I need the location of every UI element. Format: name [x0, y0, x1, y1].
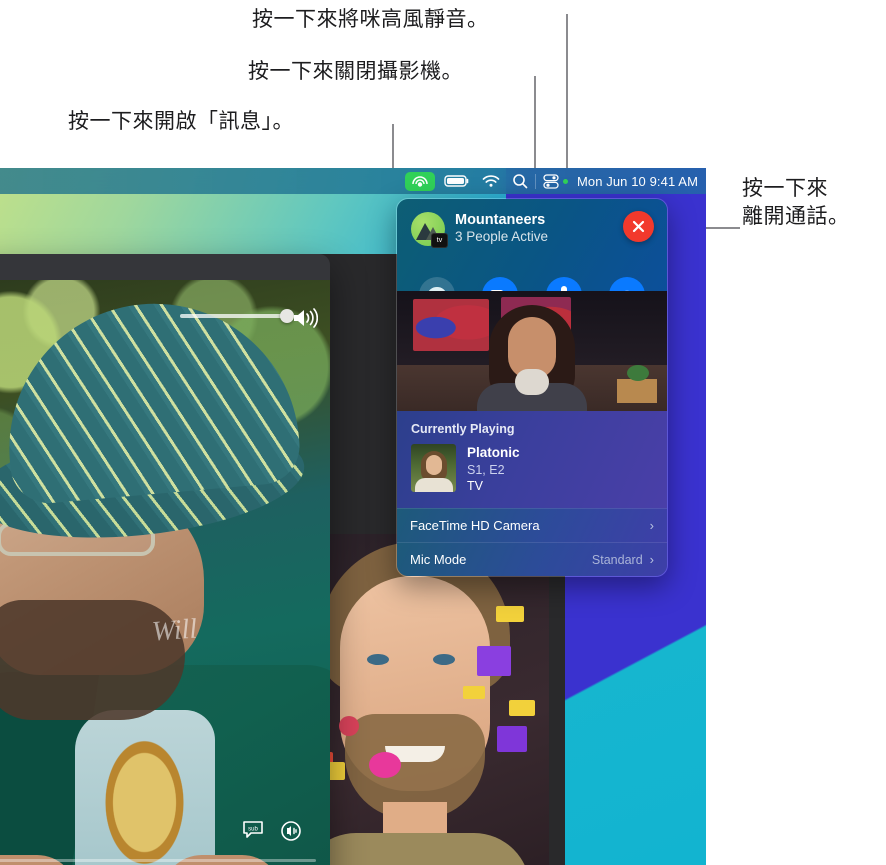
confetti-piece	[369, 752, 401, 778]
call-title: Mountaneers	[455, 212, 546, 228]
wifi-icon[interactable]	[482, 168, 500, 194]
currently-playing-section: Currently Playing Platonic S1, E2 TV	[397, 411, 667, 509]
turtleneck-shape	[515, 369, 549, 395]
audio-options-icon[interactable]	[280, 820, 302, 847]
mic-mode-row[interactable]: Mic Mode Standard ›	[397, 542, 667, 577]
mic-mode-right: Standard ›	[592, 552, 654, 567]
call-participants-count: 3 People Active	[455, 229, 549, 245]
show-episode: S1, E2	[467, 462, 505, 477]
participant-figure	[477, 303, 587, 411]
confetti-piece	[496, 606, 524, 622]
chevron-right-icon: ›	[649, 552, 654, 568]
confetti-piece	[463, 686, 485, 699]
jacket-script-text: Will	[150, 613, 199, 648]
annotation-messages: 按一下來開啟「訊息」。	[68, 110, 294, 133]
wall-art-left	[413, 299, 489, 351]
tv-playback-controls: sub –23:50	[0, 820, 330, 865]
currently-playing-label: Currently Playing	[411, 422, 515, 436]
tv-window-titlebar[interactable]	[0, 254, 330, 280]
playback-scrubber[interactable]	[0, 859, 316, 862]
show-source-app: TV	[467, 479, 483, 494]
leave-call-button[interactable]	[623, 211, 654, 242]
call-video-preview[interactable]	[397, 291, 667, 411]
now-playing-row[interactable]: Platonic S1, E2 TV	[411, 444, 653, 495]
call-identity: tv Mountaneers 3 People Active	[411, 211, 653, 248]
svg-text:sub: sub	[248, 827, 258, 833]
plant-shape	[627, 365, 649, 381]
camera-row-right: ›	[643, 518, 654, 533]
show-artwork	[411, 444, 456, 492]
menubar-divider	[534, 173, 536, 189]
side-table-shape	[617, 379, 657, 403]
tv-app-window[interactable]: Will sub	[0, 254, 330, 865]
search-icon[interactable]	[512, 168, 528, 194]
annotation-mic: 按一下來將咪高風靜音。	[252, 8, 489, 31]
facetime-control-panel[interactable]: tv Mountaneers 3 People Active Currently…	[396, 198, 668, 578]
recording-indicator-dot	[562, 178, 568, 184]
chevron-right-icon: ›	[649, 518, 654, 534]
camera-selection-row[interactable]: FaceTime HD Camera ›	[397, 508, 667, 543]
menu-bar: Mon Jun 10 9:41 AM	[0, 168, 706, 194]
facetime-panel-header: tv Mountaneers 3 People Active	[397, 199, 667, 313]
right-eye-shape	[433, 654, 455, 665]
jacket-shape	[300, 833, 530, 865]
control-center-icon[interactable]	[543, 168, 559, 194]
subtitles-icon[interactable]: sub	[242, 820, 264, 847]
show-title: Platonic	[467, 445, 520, 460]
apple-tv-badge: tv	[431, 232, 448, 248]
confetti-piece	[509, 700, 535, 716]
battery-icon[interactable]	[444, 168, 470, 194]
artwork-face-shape	[425, 455, 442, 475]
tv-video-surface[interactable]: Will sub	[0, 280, 330, 865]
artwork-body-shape	[414, 478, 453, 492]
confetti-piece	[497, 726, 527, 752]
camera-row-label: FaceTime HD Camera	[410, 518, 540, 534]
mic-mode-label: Mic Mode	[410, 552, 467, 568]
screen-sharing-icon[interactable]	[404, 171, 435, 191]
menubar-clock[interactable]: Mon Jun 10 9:41 AM	[577, 174, 698, 189]
confetti-piece	[477, 646, 511, 676]
mac-desktop: Will sub Mon Jun 10 9:41 AM tv Mountanee…	[0, 168, 706, 865]
left-eye-shape	[367, 654, 389, 665]
annotation-camera: 按一下來關閉攝影機。	[248, 60, 463, 83]
annotation-leave: 按一下來 離開通話。	[742, 177, 850, 228]
volume-icon[interactable]	[292, 308, 319, 333]
mic-mode-value: Standard	[591, 552, 643, 567]
volume-slider-track[interactable]	[180, 314, 290, 318]
confetti-piece	[339, 716, 359, 736]
tv-control-icon-row: sub	[0, 820, 316, 847]
avatar: tv	[411, 211, 448, 248]
